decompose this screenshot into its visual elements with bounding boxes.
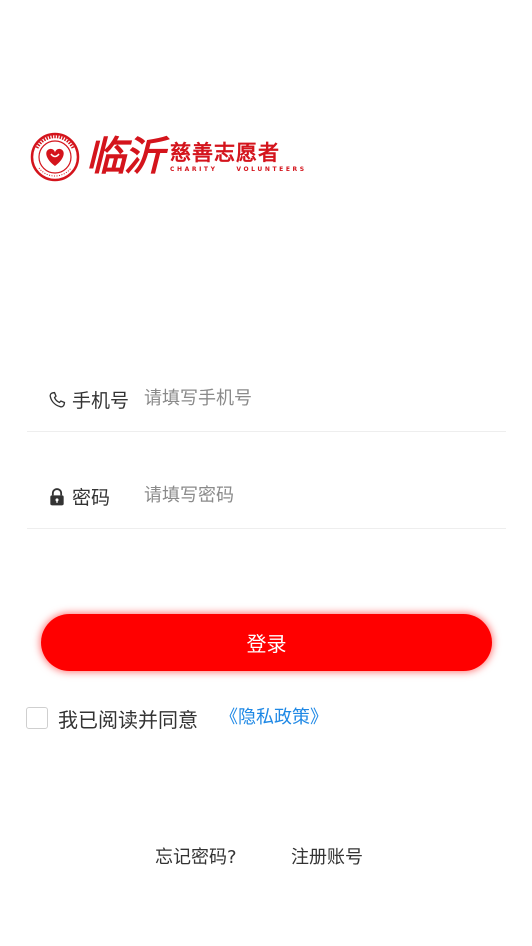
register-link[interactable]: 注册账号 (291, 846, 363, 870)
agreement-row: 我已阅读并同意 《隐私政策》 (26, 703, 328, 733)
logo-city-name: 临沂 (86, 133, 164, 180)
logo-subtitle: CHARITY VOLUNTEERS (170, 165, 307, 173)
password-field: 密码 (27, 468, 506, 529)
phone-label: 手机号 (72, 390, 130, 412)
login-button[interactable]: 登录 (41, 614, 492, 671)
phone-icon (49, 391, 66, 408)
charity-seal-icon (30, 132, 80, 182)
forgot-password-link[interactable]: 忘记密码? (155, 846, 237, 870)
agreement-text: 我已阅读并同意 (58, 707, 198, 732)
agreement-checkbox[interactable] (26, 707, 48, 729)
app-logo: 临沂 慈善志愿者 CHARITY VOLUNTEERS (30, 132, 307, 182)
password-label: 密码 (72, 487, 111, 509)
logo-title: 慈善志愿者 (170, 140, 280, 165)
logo-text: 慈善志愿者 CHARITY VOLUNTEERS (170, 141, 307, 174)
phone-input[interactable] (144, 383, 484, 413)
lock-icon (50, 488, 64, 506)
phone-field: 手机号 (27, 371, 506, 432)
privacy-policy-link[interactable]: 《隐私政策》 (220, 703, 328, 729)
password-input[interactable] (144, 480, 484, 510)
